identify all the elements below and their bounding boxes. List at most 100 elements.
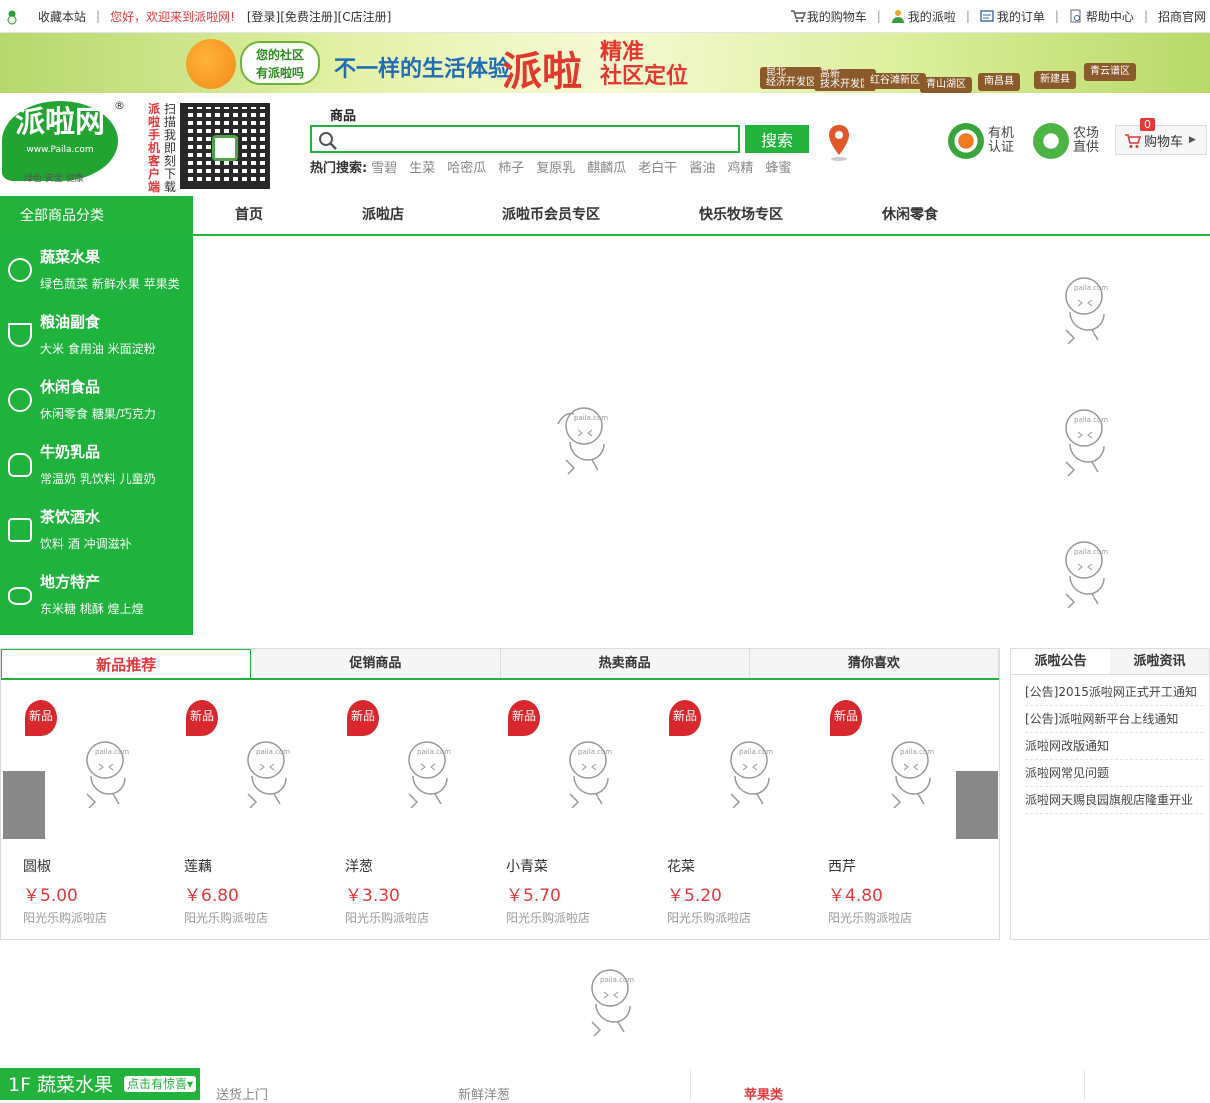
product-name[interactable]: 洋葱 [345,856,373,876]
tab-news[interactable]: 派啦资讯 [1110,649,1209,674]
category-item[interactable]: 粮油副食 大米 食用油 米面淀粉 [0,301,193,366]
hot-search-term[interactable]: 鸡精 [727,157,753,176]
product-image-placeholder-icon[interactable]: paila.com [230,738,296,814]
product-store[interactable]: 阳光乐购派啦店 [23,909,107,926]
news-item[interactable]: 派啦网天赐良园旗舰店隆重开业 [1025,787,1203,814]
hot-search-label: 热门搜索: [310,161,368,176]
nav-item-snacks[interactable]: 休闲零食 [841,196,979,234]
product-store[interactable]: 阳光乐购派啦店 [184,909,268,926]
my-paila-link[interactable]: 我的派啦 [891,8,956,25]
hot-search-term[interactable]: 雪碧 [371,157,397,176]
nav-item-member-zone[interactable]: 派啦币会员专区 [461,196,641,234]
all-categories-button[interactable]: 全部商品分类 [0,196,193,236]
meat-icon [8,587,32,605]
search-input[interactable] [312,127,738,151]
banner-sign: 新建县 [1034,71,1076,89]
hot-search-term[interactable]: 蜂蜜 [765,157,791,176]
site-logo[interactable]: 派啦网 www.Paila.com [2,101,118,181]
bookmark-link[interactable]: 收藏本站 [38,8,86,25]
product-card[interactable]: 新品 paila.com 莲藕 ￥6.80 阳光乐购派啦店 [184,680,334,938]
header-cart-button[interactable]: 0 购物车 ▶ [1115,118,1207,155]
nav-item-home[interactable]: 首页 [193,196,305,234]
product-store[interactable]: 阳光乐购派啦店 [345,909,429,926]
product-card[interactable]: 新品 paila.com 圆椒 ￥5.00 阳光乐购派啦店 [23,680,173,938]
news-item[interactable]: 派啦网常见问题 [1025,760,1203,787]
product-image-placeholder-icon[interactable]: paila.com [874,738,940,814]
main-area: 蔬菜水果 绿色蔬菜 新鲜水果 苹果类 粮油副食 大米 食用油 米面淀粉 休闲食品 休闲… [0,236,1210,637]
help-center-link[interactable]: 帮助中心 [1069,8,1134,25]
category-item[interactable]: 休闲食品 休闲零食 糖果/巧克力 [0,366,193,431]
bowl-icon [8,323,32,347]
news-item[interactable]: [公告]2015派啦网正式开工通知 [1025,679,1203,706]
product-store[interactable]: 阳光乐购派啦店 [667,909,751,926]
login-link[interactable]: [登录] [247,8,280,25]
category-item[interactable]: 地方特产 东米糖 桃酥 煌上煌 [0,561,193,626]
product-name[interactable]: 西芹 [828,856,856,876]
cart-count-badge: 0 [1140,118,1155,131]
floor-surprise-tag[interactable]: 点击有惊喜▾ [124,1076,197,1092]
promo-banner[interactable]: 您的社区 有派啦吗 不一样的生活体验 派啦 精准 社区定位 昆北 经济开发区 高… [0,33,1210,93]
my-orders-link[interactable]: 我的订单 [980,8,1045,25]
logo-tagline: 绿色 安全 健康 [24,174,84,184]
search-box [310,125,740,153]
merchant-site-link[interactable]: 招商官网 [1158,8,1206,25]
hot-search-term[interactable]: 麒麟瓜 [587,157,626,176]
product-name[interactable]: 花菜 [667,856,695,876]
floor-cell[interactable]: 苹果类 [744,1084,783,1103]
svg-text:paila.com: paila.com [574,414,608,422]
tab-hot-sales[interactable]: 热卖商品 [500,649,750,678]
svg-text:paila.com: paila.com [417,748,451,756]
product-store[interactable]: 阳光乐购派啦店 [828,909,912,926]
milk-jug-icon [8,453,32,477]
tab-promotions[interactable]: 促销商品 [251,649,501,678]
floor-1-section: 1F 蔬菜水果 点击有惊喜▾ 送货上门 新鲜洋葱 苹果类 [0,1068,1210,1103]
hot-search-term[interactable]: 生菜 [409,157,435,176]
nav-item-paila-store[interactable]: 派啦店 [305,196,461,234]
product-card[interactable]: 新品 paila.com 小青菜 ￥5.70 阳光乐购派啦店 [506,680,656,938]
product-card[interactable]: 新品 paila.com 花菜 ￥5.20 阳光乐购派啦店 [667,680,817,938]
orange-mascot-icon [186,39,236,89]
product-name[interactable]: 莲藕 [184,856,212,876]
nav-item-farm-zone[interactable]: 快乐牧场专区 [641,196,841,234]
product-name[interactable]: 圆椒 [23,856,51,876]
hot-search-term[interactable]: 哈密瓜 [447,157,486,176]
news-item[interactable]: [公告]派啦网新平台上线通知 [1025,706,1203,733]
my-cart-link[interactable]: 我的购物车 [790,8,867,25]
product-image-placeholder-icon[interactable]: paila.com [391,738,457,814]
search-tab-products[interactable]: 商品 [330,105,356,124]
tab-new-products[interactable]: 新品推荐 [1,649,252,678]
banner-tagline: 精准 社区定位 [600,40,689,89]
product-card[interactable]: 新品 paila.com 西芹 ￥4.80 阳光乐购派啦店 [828,680,978,938]
product-name[interactable]: 小青菜 [506,856,548,876]
category-item[interactable]: 茶饮酒水 饮料 酒 冲调滋补 [0,496,193,561]
news-panel: 派啦公告 派啦资讯 [公告]2015派啦网正式开工通知 [公告]派啦网新平台上线… [1010,648,1210,940]
product-price: ￥3.30 [345,886,400,906]
category-item[interactable]: 蔬菜水果 绿色蔬菜 新鲜水果 苹果类 [0,236,193,301]
order-icon [980,9,994,23]
new-badge: 新品 [25,700,57,736]
register-link[interactable]: [免费注册] [280,8,337,25]
hot-search-term[interactable]: 酱油 [689,157,715,176]
hot-search-term[interactable]: 柿子 [498,157,524,176]
organic-badge[interactable]: 有机认证 [948,123,1016,159]
news-item[interactable]: 派啦网改版通知 [1025,733,1203,760]
product-price: ￥5.00 [23,886,78,906]
product-image-placeholder-icon[interactable]: paila.com [552,738,618,814]
category-item[interactable]: 牛奶乳品 常温奶 乳饮料 儿童奶 [0,431,193,496]
tab-guess-you-like[interactable]: 猜你喜欢 [749,649,999,678]
hot-search-term[interactable]: 老白干 [638,157,677,176]
tab-announcements[interactable]: 派啦公告 [1011,649,1110,674]
search-button[interactable]: 搜索 [745,125,809,153]
product-image-placeholder-icon[interactable]: paila.com [69,738,135,814]
product-card[interactable]: 新品 paila.com 洋葱 ￥3.30 阳光乐购派啦店 [345,680,495,938]
hot-search-term[interactable]: 复原乳 [536,157,575,176]
product-image-placeholder-icon[interactable]: paila.com [713,738,779,814]
floor-cell[interactable]: 送货上门 [216,1084,268,1103]
banner-brand: 派啦 [502,49,582,93]
location-pin-icon[interactable] [826,123,852,163]
cart-label: 购物车 [1144,134,1184,150]
c-store-register-link[interactable]: [C店注册] [338,8,392,25]
farm-direct-badge[interactable]: 农场直供 [1033,123,1101,159]
product-store[interactable]: 阳光乐购派啦店 [506,909,590,926]
floor-cell[interactable]: 新鲜洋葱 [458,1084,510,1103]
